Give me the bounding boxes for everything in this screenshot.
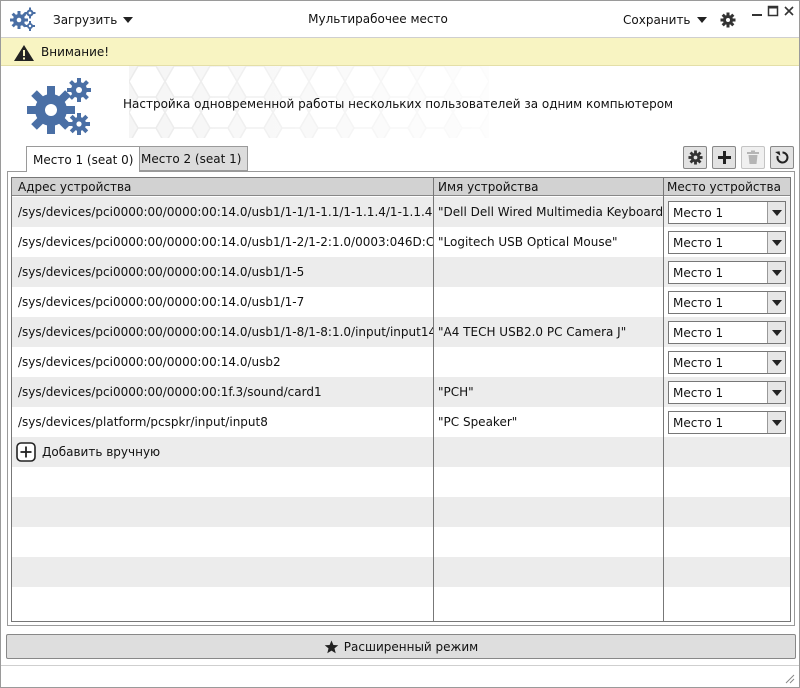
seat-settings-button[interactable] bbox=[683, 146, 707, 169]
header-banner: Настройка одновременной работы нескольки… bbox=[1, 66, 799, 146]
minimize-icon[interactable] bbox=[751, 5, 763, 17]
seat-select-value: Место 1 bbox=[673, 386, 724, 400]
table-row[interactable]: /sys/devices/pci0000:00/0000:00:14.0/usb… bbox=[12, 257, 790, 287]
header-description: Настройка одновременной работы нескольки… bbox=[123, 97, 674, 111]
main-window: Загрузить Мультирабочее место Сохранить bbox=[0, 0, 800, 688]
seat-select[interactable]: Место 1 bbox=[668, 261, 786, 284]
warning-text: Внимание! bbox=[41, 45, 110, 59]
warning-bar: Внимание! bbox=[1, 38, 799, 66]
device-address: /sys/devices/pci0000:00/0000:00:14.0/usb… bbox=[18, 205, 433, 219]
table-row: Добавить вручную bbox=[12, 437, 790, 467]
gear-icon bbox=[687, 150, 703, 165]
seat-select[interactable]: Место 1 bbox=[668, 201, 786, 224]
device-address: /sys/devices/pci0000:00/0000:00:14.0/usb… bbox=[18, 295, 305, 309]
device-address: /sys/devices/pci0000:00/0000:00:14.0/usb… bbox=[18, 355, 281, 369]
table-row[interactable]: /sys/devices/pci0000:00/0000:00:14.0/usb… bbox=[12, 287, 790, 317]
tab-seat-2[interactable]: Место 2 (seat 1) bbox=[134, 146, 249, 171]
seat-select[interactable]: Место 1 bbox=[668, 351, 786, 374]
device-address: /sys/devices/platform/pcspkr/input/input… bbox=[18, 415, 268, 429]
seat-devices-panel: Адрес устройства Имя устройства Место ус… bbox=[7, 171, 795, 626]
seat-select-value: Место 1 bbox=[673, 296, 724, 310]
maximize-icon[interactable] bbox=[767, 5, 779, 17]
table-row[interactable]: /sys/devices/pci0000:00/0000:00:14.0/usb… bbox=[12, 347, 790, 377]
star-icon bbox=[324, 640, 339, 653]
chevron-down-icon bbox=[767, 292, 785, 313]
seat-select-value: Место 1 bbox=[673, 326, 724, 340]
advanced-mode-label: Расширенный режим bbox=[343, 639, 479, 654]
close-icon[interactable] bbox=[783, 5, 795, 17]
seat-select-value: Место 1 bbox=[673, 206, 724, 220]
device-address: /sys/devices/pci0000:00/0000:00:1f.3/sou… bbox=[18, 385, 322, 399]
add-seat-button[interactable] bbox=[712, 146, 736, 169]
seat-select-value: Место 1 bbox=[673, 356, 724, 370]
tab-label: Место 2 (seat 1) bbox=[141, 151, 242, 166]
device-address: /sys/devices/pci0000:00/0000:00:14.0/usb… bbox=[18, 325, 433, 339]
trash-icon bbox=[747, 150, 759, 164]
table-row[interactable]: /sys/devices/platform/pcspkr/input/input… bbox=[12, 407, 790, 437]
seat-select-value: Место 1 bbox=[673, 266, 724, 280]
add-manual-label: Добавить вручную bbox=[42, 445, 161, 459]
chevron-down-icon bbox=[767, 262, 785, 283]
plus-icon bbox=[717, 151, 731, 164]
empty-row bbox=[12, 587, 790, 617]
chevron-down-icon bbox=[767, 202, 785, 223]
tab-label: Место 1 (seat 0) bbox=[33, 152, 134, 167]
column-divider[interactable] bbox=[663, 178, 664, 621]
device-name: "PCH" bbox=[438, 385, 474, 399]
save-menu-label: Сохранить bbox=[623, 13, 691, 27]
title-bar: Загрузить Мультирабочее место Сохранить bbox=[1, 1, 799, 38]
advanced-mode-button[interactable]: Расширенный режим bbox=[6, 634, 796, 659]
chevron-down-icon bbox=[767, 232, 785, 253]
chevron-down-icon bbox=[767, 382, 785, 403]
refresh-button[interactable] bbox=[770, 146, 794, 169]
chevron-down-icon bbox=[696, 17, 707, 23]
seat-select[interactable]: Место 1 bbox=[668, 321, 786, 344]
table-row[interactable]: /sys/devices/pci0000:00/0000:00:14.0/usb… bbox=[12, 227, 790, 257]
device-address: /sys/devices/pci0000:00/0000:00:14.0/usb… bbox=[18, 265, 305, 279]
column-header-seat[interactable]: Место устройства bbox=[667, 180, 781, 194]
empty-row bbox=[12, 467, 790, 497]
table-row[interactable]: /sys/devices/pci0000:00/0000:00:14.0/usb… bbox=[12, 197, 790, 227]
seat-select[interactable]: Место 1 bbox=[668, 231, 786, 254]
seat-select-value: Место 1 bbox=[673, 416, 724, 430]
refresh-icon bbox=[774, 151, 788, 164]
column-header-address[interactable]: Адрес устройства bbox=[18, 180, 131, 194]
device-name: "Logitech USB Optical Mouse" bbox=[438, 235, 618, 249]
column-header-name[interactable]: Имя устройства bbox=[438, 180, 539, 194]
devices-table: Адрес устройства Имя устройства Место ус… bbox=[11, 177, 791, 622]
seat-select[interactable]: Место 1 bbox=[668, 291, 786, 314]
add-manual-button[interactable]: Добавить вручную bbox=[16, 442, 160, 462]
gear-icon[interactable] bbox=[720, 12, 736, 28]
column-divider[interactable] bbox=[433, 178, 434, 621]
multiseat-gears-icon bbox=[27, 78, 91, 135]
empty-row bbox=[12, 557, 790, 587]
device-address: /sys/devices/pci0000:00/0000:00:14.0/usb… bbox=[18, 235, 433, 249]
device-name: "Dell Dell Wired Multimedia Keyboard" bbox=[438, 205, 663, 219]
warning-icon bbox=[14, 45, 34, 61]
tab-seat-1[interactable]: Место 1 (seat 0) bbox=[26, 146, 141, 172]
device-name: "A4 TECH USB2.0 PC Camera J" bbox=[438, 325, 627, 339]
device-name: "PC Speaker" bbox=[438, 415, 518, 429]
empty-row bbox=[12, 527, 790, 557]
seat-select[interactable]: Место 1 bbox=[668, 411, 786, 434]
table-header: Адрес устройства Имя устройства Место ус… bbox=[12, 178, 790, 196]
empty-row bbox=[12, 497, 790, 527]
delete-seat-button[interactable] bbox=[741, 146, 765, 169]
save-menu-button[interactable]: Сохранить bbox=[623, 11, 707, 29]
chevron-down-icon bbox=[767, 412, 785, 433]
chevron-down-icon bbox=[767, 322, 785, 343]
chevron-down-icon bbox=[767, 352, 785, 373]
table-row[interactable]: /sys/devices/pci0000:00/0000:00:1f.3/sou… bbox=[12, 377, 790, 407]
resize-grip-icon[interactable] bbox=[783, 672, 795, 684]
add-box-icon bbox=[16, 442, 36, 462]
seat-select-value: Место 1 bbox=[673, 236, 724, 250]
status-bar bbox=[1, 665, 799, 688]
table-row[interactable]: /sys/devices/pci0000:00/0000:00:14.0/usb… bbox=[12, 317, 790, 347]
seat-select[interactable]: Место 1 bbox=[668, 381, 786, 404]
